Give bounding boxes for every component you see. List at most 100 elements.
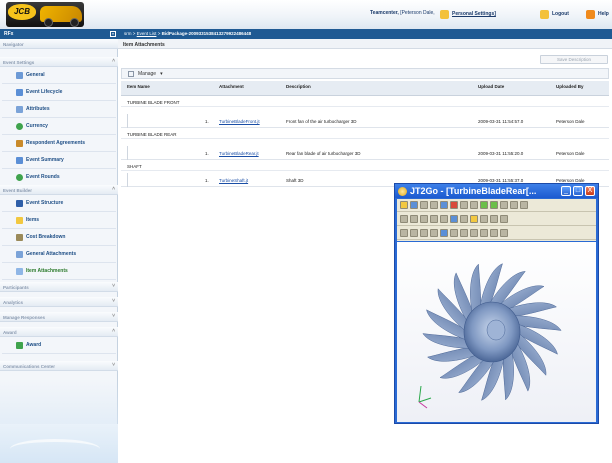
page-title: Item Attachments: [118, 39, 612, 49]
save-description-button[interactable]: Save Description: [540, 55, 608, 64]
breadcrumb-current: BidPackage-2009331538413279922486448: [161, 31, 252, 36]
wireframe-icon[interactable]: [490, 215, 498, 223]
sidebar-item-item-attachments[interactable]: Item Attachments: [2, 263, 116, 280]
close-button[interactable]: X: [585, 186, 595, 196]
explode-icon[interactable]: [460, 229, 468, 237]
sidebar-item-cost-breakdown[interactable]: Cost Breakdown: [2, 229, 116, 246]
sidebar-item-label: Event Lifecycle: [26, 89, 63, 95]
participants-header[interactable]: Participants ˅: [0, 282, 118, 292]
sidebar-item-label: Item Attachments: [26, 268, 68, 274]
user-info: Teamcenter, [Peterson Dale,: [370, 10, 435, 16]
maximize-button[interactable]: □: [573, 186, 583, 196]
date-cell: 2009-03-31 11:55:20.0: [478, 151, 524, 156]
column-attachment[interactable]: Attachment: [219, 84, 244, 89]
snapshot-icon[interactable]: [440, 229, 448, 237]
attachment-link[interactable]: TurbineBladeFront.jt: [219, 119, 260, 124]
sidebar-item-items[interactable]: Items: [2, 212, 116, 229]
notes-icon[interactable]: [430, 229, 438, 237]
column-item-name[interactable]: Item Name: [127, 84, 167, 89]
first-frame-icon[interactable]: [510, 201, 518, 209]
jt2go-viewer-window[interactable]: JT2Go - [TurbineBladeRear[... _ □ X: [394, 183, 599, 424]
rotate-icon[interactable]: [420, 215, 428, 223]
pan-icon[interactable]: [400, 215, 408, 223]
manage-menu[interactable]: Manage: [138, 71, 156, 77]
sidebar-item-award[interactable]: Award: [2, 337, 116, 354]
minimize-button[interactable]: _: [561, 186, 571, 196]
jt2go-logo-icon: [398, 186, 407, 196]
sidebar-item-event-lifecycle[interactable]: Event Lifecycle: [2, 84, 116, 101]
collapse-sidebar-button[interactable]: «: [110, 31, 116, 37]
logout-button[interactable]: Logout: [540, 8, 569, 20]
open-file-icon[interactable]: [400, 201, 408, 209]
structure-icon: [16, 199, 23, 207]
manage-responses-header[interactable]: Manage Responses ˅: [0, 312, 118, 322]
breadcrumb-event-list-link[interactable]: Event List: [137, 31, 157, 36]
attachment-link[interactable]: TurbineShaft.jt: [219, 178, 248, 183]
event-settings-header[interactable]: Event Settings ˄: [0, 57, 118, 67]
chevron-down-icon[interactable]: ▾: [160, 71, 163, 77]
layers-icon[interactable]: [420, 229, 428, 237]
help-label: Help: [598, 11, 609, 17]
structure-tree-icon[interactable]: [400, 229, 408, 237]
help-button[interactable]: Help: [586, 8, 609, 20]
row-number: 1.: [205, 151, 209, 156]
step-icon[interactable]: [500, 201, 508, 209]
sidebar-item-event-rounds[interactable]: Event Rounds: [2, 169, 116, 186]
table-row: 1. TurbineBladeFront.jt Front fan of the…: [121, 114, 609, 128]
sidebar-item-currency[interactable]: Currency: [2, 118, 116, 135]
settings-icon[interactable]: [500, 229, 508, 237]
grid-icon[interactable]: [480, 201, 488, 209]
sidebar-item-attributes[interactable]: Attributes: [2, 101, 116, 118]
view-icon[interactable]: [440, 201, 448, 209]
properties-icon[interactable]: [410, 229, 418, 237]
viewer-toolbar-row: [397, 199, 596, 212]
highlight-icon[interactable]: [470, 215, 478, 223]
logout-icon: [540, 9, 549, 19]
event-builder-header[interactable]: Event Builder ˄: [0, 185, 118, 195]
save-icon[interactable]: [410, 201, 418, 209]
logo-badge: JCB: [8, 4, 36, 20]
orbit-icon[interactable]: [430, 201, 438, 209]
column-uploaded-by[interactable]: Uploaded By: [556, 84, 584, 89]
navigator-header[interactable]: Navigator: [0, 39, 118, 49]
settings-icon: [440, 9, 449, 19]
markup-icon[interactable]: [460, 215, 468, 223]
participants-label: Participants: [3, 285, 29, 290]
collapse-arrow-icon: ˄: [112, 58, 115, 64]
sidebar-item-general[interactable]: General: [2, 67, 116, 84]
sidebar-item-respondent-agreements[interactable]: Respondent Agreements: [2, 135, 116, 152]
jcb-logo: JCB: [6, 2, 84, 27]
shade-icon[interactable]: [480, 215, 488, 223]
sidebar-item-event-structure[interactable]: Event Structure: [2, 195, 116, 212]
sidebar-item-label: Attributes: [26, 106, 50, 112]
personal-settings-link[interactable]: Personal Settings]: [440, 8, 496, 20]
sidebar-item-general-attachments[interactable]: General Attachments: [2, 246, 116, 263]
print-icon[interactable]: [420, 201, 428, 209]
section-icon[interactable]: [450, 215, 458, 223]
sidebar-item-event-summary[interactable]: Event Summary: [2, 152, 116, 169]
copy-icon[interactable]: [460, 201, 468, 209]
communications-header[interactable]: Communications Center ˅: [0, 361, 118, 371]
analytics-header[interactable]: Analytics ˅: [0, 297, 118, 307]
measure-icon[interactable]: [440, 215, 448, 223]
viewer-toolbar-row: [397, 227, 596, 240]
manage-responses-label: Manage Responses: [3, 315, 46, 320]
select-icon[interactable]: [430, 215, 438, 223]
binoculars-icon[interactable]: [450, 229, 458, 237]
last-frame-icon[interactable]: [520, 201, 528, 209]
personal-settings-label: Personal Settings]: [452, 11, 496, 17]
play-icon[interactable]: [490, 201, 498, 209]
date-cell: 2009-03-31 11:54:57.0: [478, 119, 524, 124]
attachment-link[interactable]: TurbineBladeRear.jt: [219, 151, 259, 156]
back-icon[interactable]: [470, 229, 478, 237]
award-header[interactable]: Award ˄: [0, 327, 118, 337]
column-upload-date[interactable]: Upload Date: [478, 84, 504, 89]
home-icon[interactable]: [490, 229, 498, 237]
record-icon[interactable]: [450, 201, 458, 209]
3d-viewport[interactable]: [397, 242, 596, 422]
zoom-icon[interactable]: [410, 215, 418, 223]
forward-icon[interactable]: [480, 229, 488, 237]
fit-icon[interactable]: [470, 201, 478, 209]
lighting-icon[interactable]: [500, 215, 508, 223]
column-description[interactable]: Description: [286, 84, 311, 89]
